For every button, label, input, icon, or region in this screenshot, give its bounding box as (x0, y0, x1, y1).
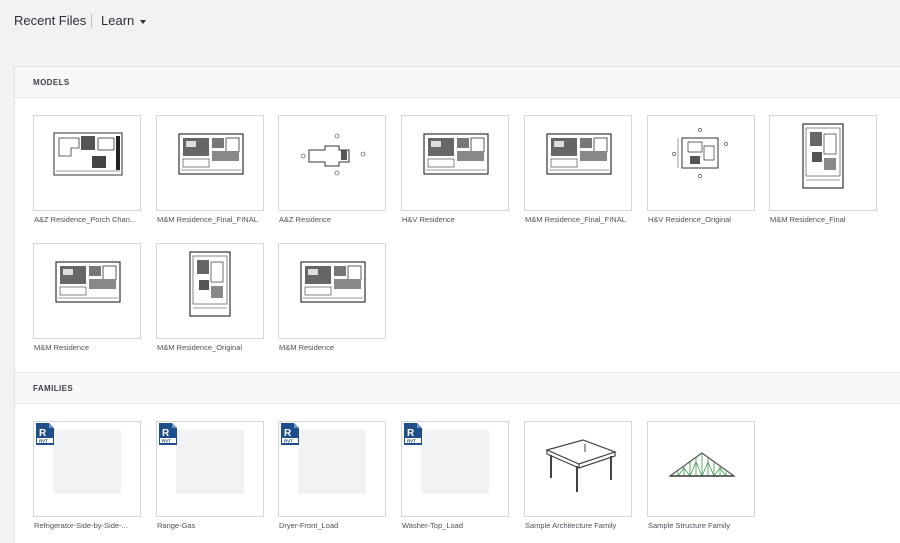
thumbnail-background (298, 430, 366, 494)
file-name-label[interactable]: M&M Residence_Final_FINAL (525, 215, 637, 224)
file-thumbnail[interactable]: R RVT (278, 421, 386, 517)
file-name-label[interactable]: Range-Gas (157, 521, 269, 530)
file-thumbnail[interactable] (524, 421, 632, 517)
svg-text:RVT: RVT (407, 438, 416, 443)
rvt-file-icon: R RVT (159, 423, 177, 445)
table-model-preview (545, 439, 617, 492)
svg-text:RVT: RVT (162, 438, 171, 443)
file-name-label[interactable]: M&M Residence (34, 343, 146, 352)
file-thumbnail[interactable] (156, 115, 264, 211)
file-name-label[interactable]: H&V Residence (402, 215, 514, 224)
families-section-header: FAMILIES (15, 373, 900, 404)
file-name-label[interactable]: M&M Residence_Final (770, 215, 882, 224)
file-name-label[interactable]: M&M Residence_Original (157, 343, 269, 352)
families-section-title: FAMILIES (33, 384, 74, 393)
svg-text:RVT: RVT (39, 438, 48, 443)
file-thumbnail[interactable]: R RVT (156, 421, 264, 517)
thumbnail-background (421, 430, 489, 494)
file-thumbnail[interactable] (33, 243, 141, 339)
svg-text:RVT: RVT (284, 438, 293, 443)
thumbnail-background (176, 430, 244, 494)
file-name-label[interactable]: M&M Residence_Final_FINAL (157, 215, 269, 224)
file-thumbnail[interactable]: R RVT (33, 421, 141, 517)
file-name-label[interactable]: Sample Architecture Family (525, 521, 637, 530)
file-thumbnail[interactable] (769, 115, 877, 211)
tab-separator (91, 14, 92, 28)
file-thumbnail[interactable] (647, 115, 755, 211)
rvt-file-icon: R RVT (36, 423, 54, 445)
rvt-file-icon: R RVT (281, 423, 299, 445)
file-name-label[interactable]: M&M Residence (279, 343, 391, 352)
recent-files-panel: MODELS A&Z Residence_Porch Chan... M&M R… (14, 66, 900, 543)
tab-recent-files[interactable]: Recent Files (14, 13, 86, 28)
file-thumbnail[interactable]: R RVT (401, 421, 509, 517)
file-thumbnail[interactable] (33, 115, 141, 211)
file-name-label[interactable]: Dryer-Front_Load (279, 521, 391, 530)
file-thumbnail[interactable] (401, 115, 509, 211)
chevron-down-icon (140, 19, 147, 24)
file-name-label[interactable]: A&Z Residence_Porch Chan... (34, 215, 146, 224)
file-name-label[interactable]: A&Z Residence (279, 215, 391, 224)
tab-learn[interactable]: Learn (101, 13, 147, 28)
rvt-file-icon: R RVT (404, 423, 422, 445)
file-name-label[interactable]: Refrigerator-Side-by-Side-... (34, 521, 146, 530)
file-thumbnail[interactable] (156, 243, 264, 339)
file-thumbnail[interactable] (524, 115, 632, 211)
tab-learn-label: Learn (101, 13, 135, 28)
models-section-title: MODELS (33, 78, 70, 87)
models-section-header: MODELS (15, 67, 900, 98)
file-thumbnail[interactable] (278, 243, 386, 339)
file-name-label[interactable]: H&V Residence_Original (648, 215, 760, 224)
file-name-label[interactable]: Sample Structure Family (648, 521, 760, 530)
truss-model-preview (668, 452, 736, 478)
file-thumbnail[interactable] (647, 421, 755, 517)
file-thumbnail[interactable] (278, 115, 386, 211)
top-nav: Recent Files Learn (0, 0, 900, 44)
file-name-label[interactable]: Washer-Top_Load (402, 521, 514, 530)
thumbnail-background (53, 430, 121, 494)
